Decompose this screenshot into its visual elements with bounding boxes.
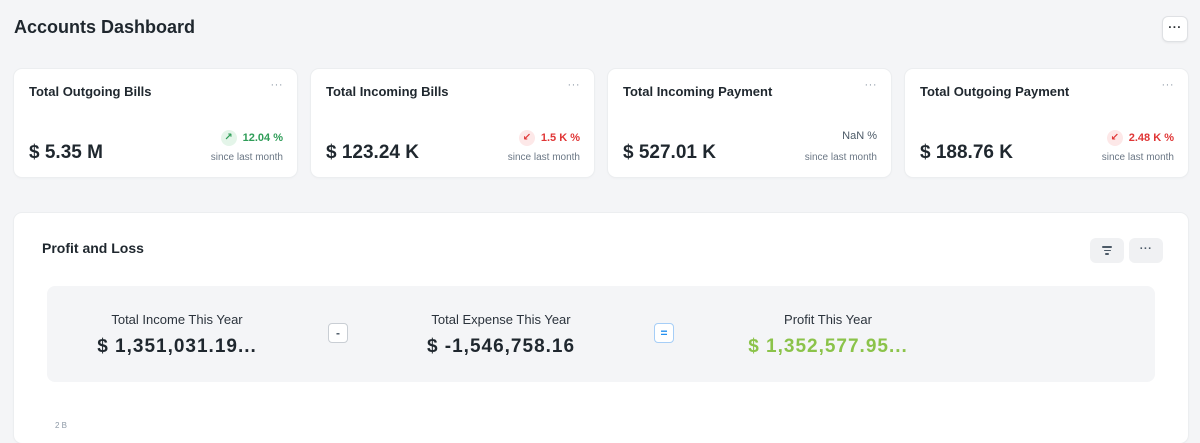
expense-label: Total Expense This Year: [431, 312, 571, 327]
card-menu-icon[interactable]: ···: [1162, 79, 1175, 91]
card-total-outgoing-bills[interactable]: Total Outgoing Bills ··· $ 5.35 M ↗ 12.0…: [14, 69, 297, 177]
arrow-down-left-icon: ↙: [518, 130, 535, 146]
card-menu-icon[interactable]: ···: [568, 79, 581, 91]
equals-icon: =: [654, 323, 674, 343]
card-title: Total Outgoing Bills: [29, 84, 152, 99]
card-since-label: since last month: [210, 152, 283, 163]
card-menu-icon[interactable]: ···: [271, 79, 284, 91]
profit-and-loss-card: Profit and Loss ··· Total Income This Ye…: [14, 213, 1188, 443]
card-delta-value: 2.48 K %: [1128, 132, 1174, 144]
card-delta: NaN %: [842, 130, 877, 142]
profit-label: Profit This Year: [784, 312, 872, 327]
arrow-up-right-icon: ↗: [220, 130, 237, 146]
page-title: Accounts Dashboard: [14, 17, 196, 37]
profit-and-loss-title: Profit and Loss: [42, 240, 144, 256]
arrow-down-left-icon: ↙: [1106, 130, 1123, 146]
card-title: Total Outgoing Payment: [920, 84, 1070, 99]
card-delta: ↗ 12.04 %: [220, 130, 283, 146]
card-since-label: since last month: [1101, 152, 1174, 163]
income-label: Total Income This Year: [111, 312, 243, 327]
card-delta-value: 12.04 %: [242, 132, 283, 144]
chart-menu-button[interactable]: ···: [1129, 238, 1163, 263]
chart-y-tick-label: 2 B: [55, 421, 68, 430]
filter-icon: [1102, 246, 1112, 255]
card-delta: ↙ 1.5 K %: [518, 130, 580, 146]
dashboard-menu-button[interactable]: ···: [1162, 16, 1188, 42]
card-delta-value: NaN %: [842, 130, 877, 142]
card-title: Total Incoming Bills: [326, 84, 449, 99]
card-menu-icon[interactable]: ···: [865, 79, 878, 91]
page-header: Accounts Dashboard ···: [14, 16, 1188, 43]
card-total-incoming-bills[interactable]: Total Incoming Bills ··· $ 123.24 K ↙ 1.…: [311, 69, 594, 177]
card-total-outgoing-payment[interactable]: Total Outgoing Payment ··· $ 188.76 K ↙ …: [905, 69, 1188, 177]
card-value: $ 188.76 K: [920, 142, 1013, 163]
card-delta: ↙ 2.48 K %: [1106, 130, 1174, 146]
minus-icon: -: [328, 323, 348, 343]
card-since-label: since last month: [507, 152, 580, 163]
number-cards-row: Total Outgoing Bills ··· $ 5.35 M ↗ 12.0…: [14, 69, 1188, 177]
card-since-label: since last month: [804, 152, 877, 163]
card-value: $ 527.01 K: [623, 142, 716, 163]
profit-loss-summary: Total Income This Year $ 1,351,031.19...…: [47, 286, 1155, 382]
card-delta-value: 1.5 K %: [540, 132, 580, 144]
income-value: $ 1,351,031.19...: [97, 336, 257, 357]
profit-value: $ 1,352,577.95...: [748, 336, 908, 357]
card-title: Total Incoming Payment: [623, 84, 773, 99]
card-value: $ 5.35 M: [29, 142, 103, 163]
card-total-incoming-payment[interactable]: Total Incoming Payment ··· $ 527.01 K Na…: [608, 69, 891, 177]
card-value: $ 123.24 K: [326, 142, 419, 163]
filter-button[interactable]: [1090, 238, 1124, 263]
expense-value: $ -1,546,758.16: [426, 336, 576, 357]
